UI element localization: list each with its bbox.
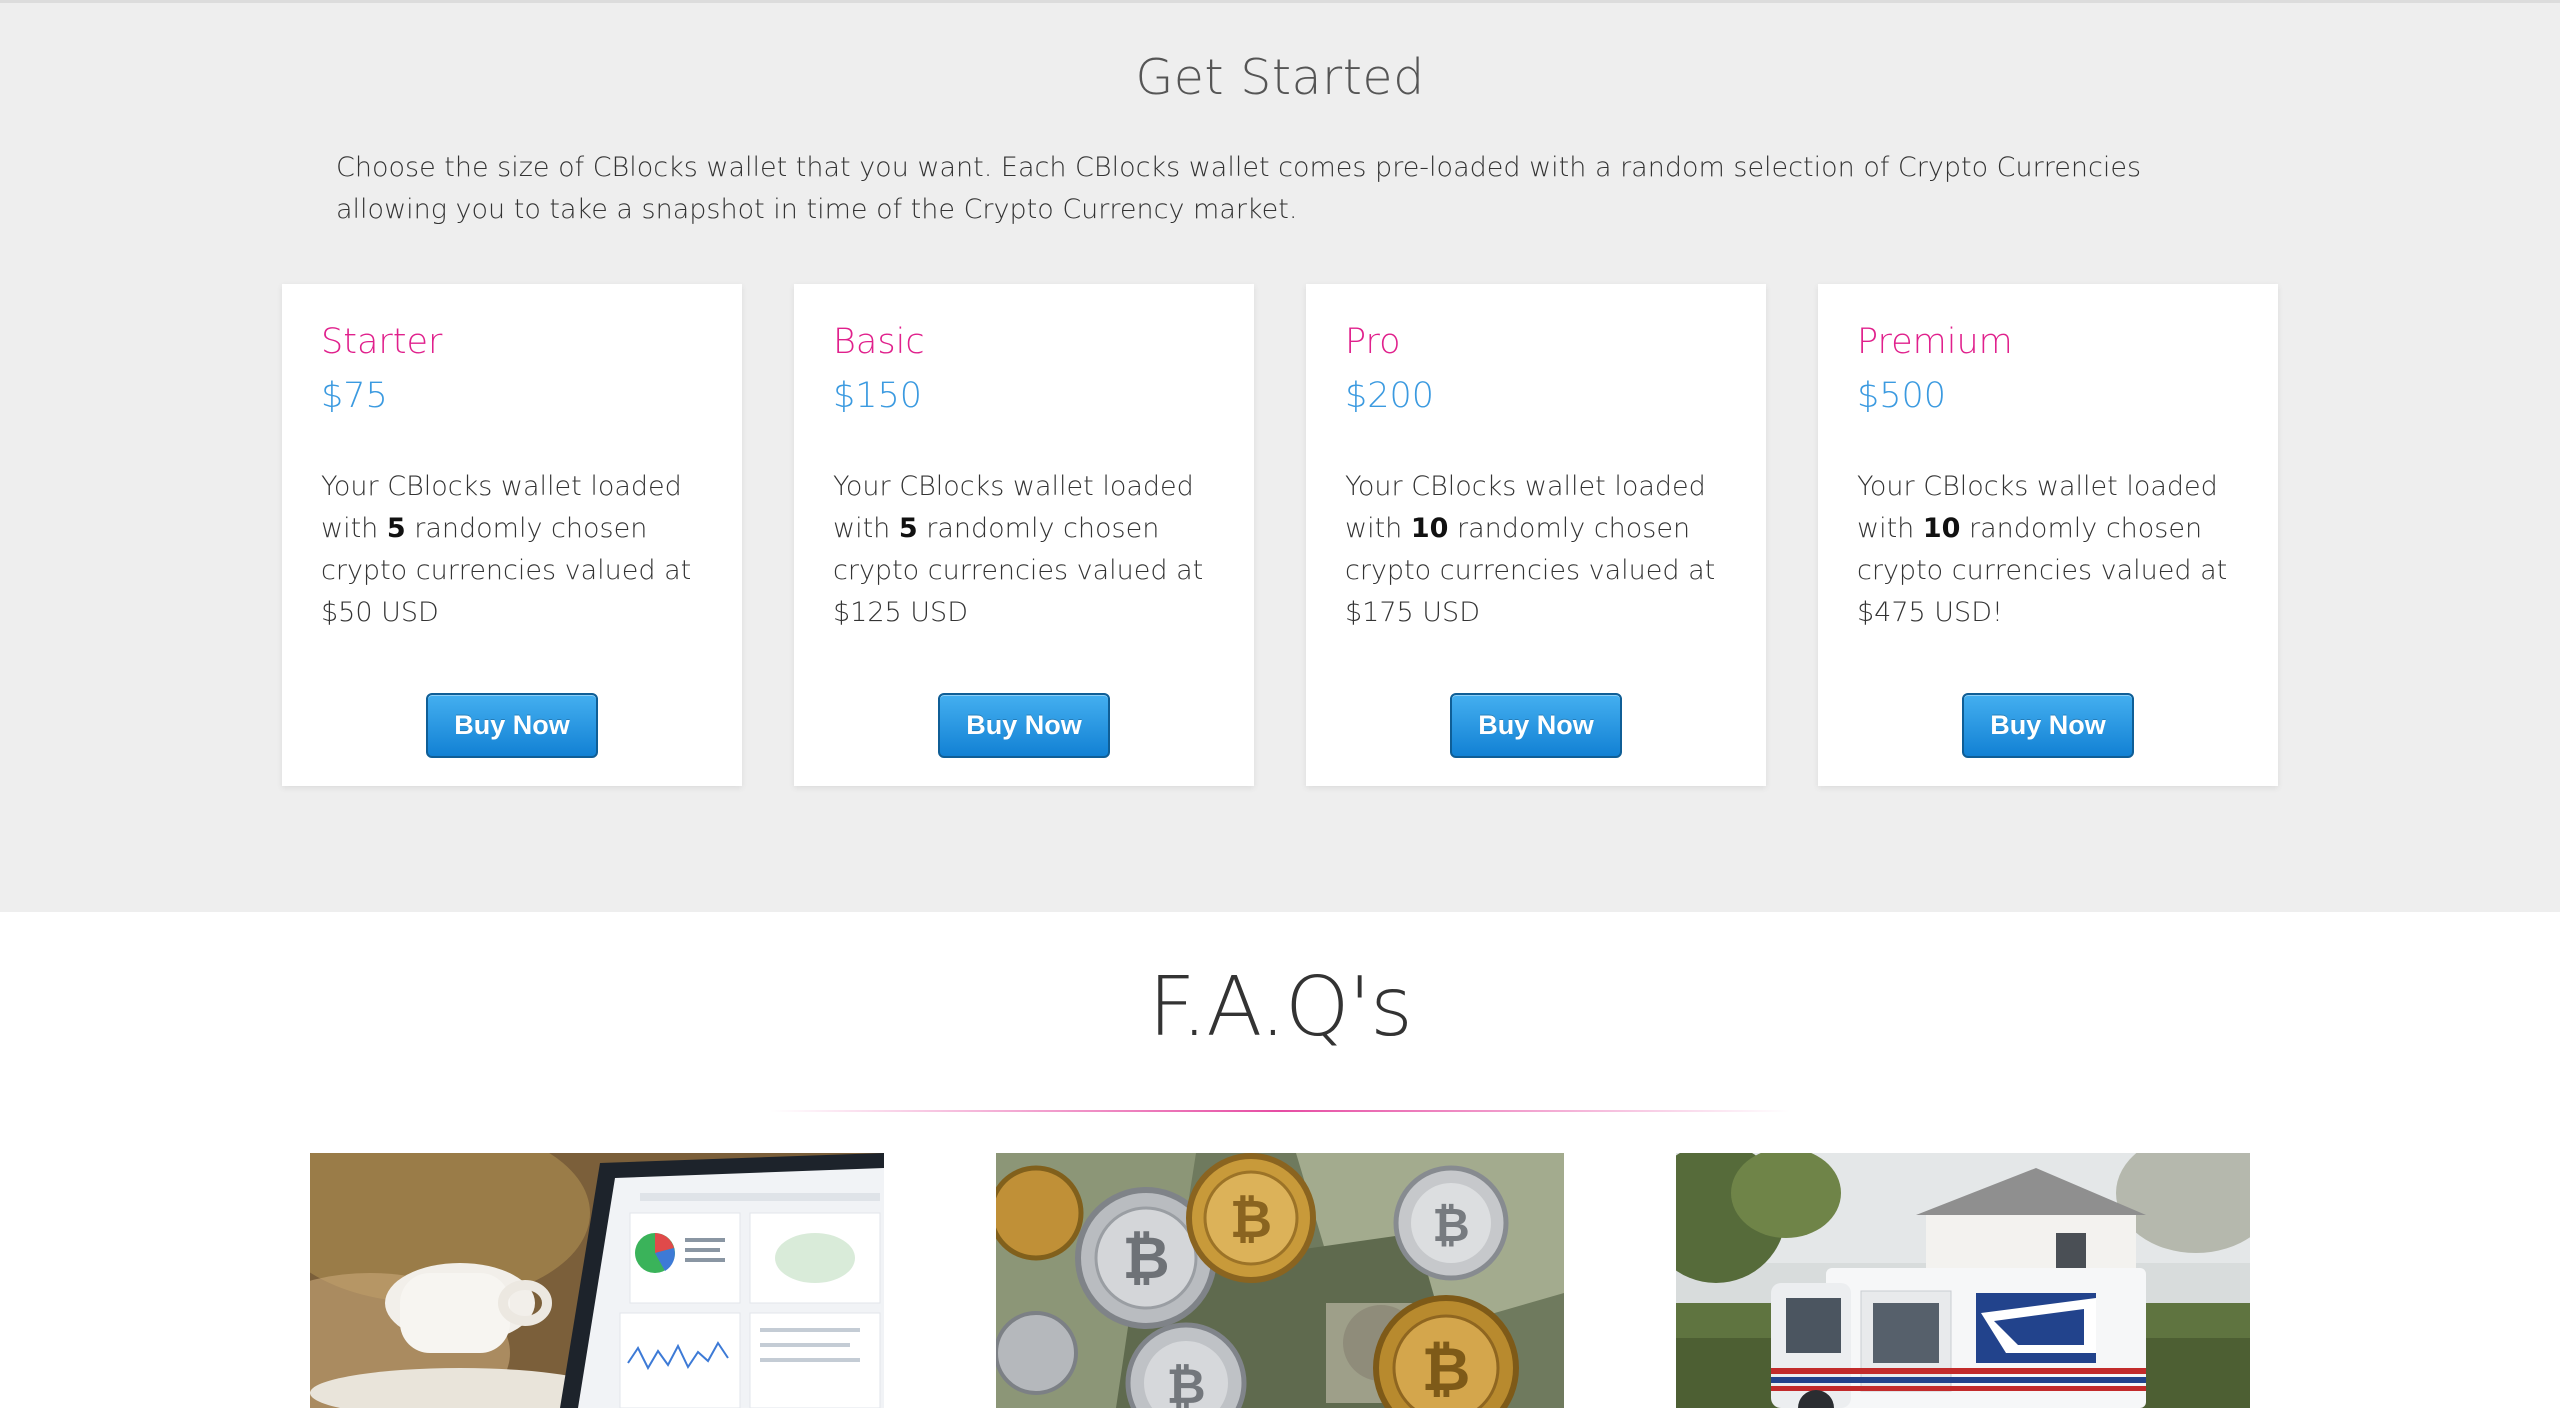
svg-text:₿: ₿ bbox=[1122, 1224, 1169, 1292]
plan-price: $500 bbox=[1857, 376, 1947, 416]
svg-text:₿: ₿ bbox=[1230, 1190, 1272, 1250]
buy-now-button-premium[interactable]: Buy Now bbox=[1962, 693, 2134, 758]
faq-image-laptop-analytics[interactable] bbox=[310, 1153, 884, 1408]
svg-text:₿: ₿ bbox=[1432, 1198, 1470, 1252]
faq-title: F.A.Q's bbox=[1148, 960, 1413, 1055]
plan-name: Basic bbox=[833, 322, 925, 362]
plan-description: Your CBlocks wallet loaded with 10 rando… bbox=[1857, 471, 2228, 628]
plan-description: Your CBlocks wallet loaded with 10 rando… bbox=[1345, 471, 1716, 628]
faq-image-bitcoin-cash[interactable]: ₿ ₿ ₿ ₿ ₿ bbox=[996, 1153, 1564, 1408]
faq-divider bbox=[770, 1110, 1790, 1112]
faq-image-usps-truck[interactable] bbox=[1676, 1153, 2250, 1408]
plan-name: Pro bbox=[1345, 322, 1401, 362]
plan-price: $75 bbox=[321, 376, 388, 416]
svg-text:₿: ₿ bbox=[1422, 1335, 1471, 1405]
plan-description: Your CBlocks wallet loaded with 5 random… bbox=[833, 471, 1204, 628]
plan-coin-count: 5 bbox=[386, 513, 406, 544]
plan-price: $150 bbox=[833, 376, 923, 416]
plan-coin-count: 10 bbox=[1922, 513, 1961, 544]
plan-card-basic: Basic $150 Your CBlocks wallet loaded wi… bbox=[794, 284, 1254, 786]
plan-description: Your CBlocks wallet loaded with 5 random… bbox=[321, 471, 692, 628]
buy-now-button-starter[interactable]: Buy Now bbox=[426, 693, 598, 758]
plan-name: Premium bbox=[1857, 322, 2013, 362]
buy-now-button-pro[interactable]: Buy Now bbox=[1450, 693, 1622, 758]
get-started-intro: Choose the size of CBlocks wallet that y… bbox=[336, 152, 2142, 225]
plan-card-pro: Pro $200 Your CBlocks wallet loaded with… bbox=[1306, 284, 1766, 786]
plan-coin-count: 10 bbox=[1410, 513, 1449, 544]
plan-price: $200 bbox=[1345, 376, 1435, 416]
plan-coin-count: 5 bbox=[898, 513, 918, 544]
plan-card-starter: Starter $75 Your CBlocks wallet loaded w… bbox=[282, 284, 742, 786]
buy-now-button-basic[interactable]: Buy Now bbox=[938, 693, 1110, 758]
svg-text:₿: ₿ bbox=[1166, 1359, 1205, 1408]
get-started-title: Get Started bbox=[1135, 49, 1425, 106]
plan-name: Starter bbox=[321, 322, 443, 362]
get-started-section: Get Started Choose the size of CBlocks w… bbox=[0, 0, 2560, 912]
plan-card-premium: Premium $500 Your CBlocks wallet loaded … bbox=[1818, 284, 2278, 786]
